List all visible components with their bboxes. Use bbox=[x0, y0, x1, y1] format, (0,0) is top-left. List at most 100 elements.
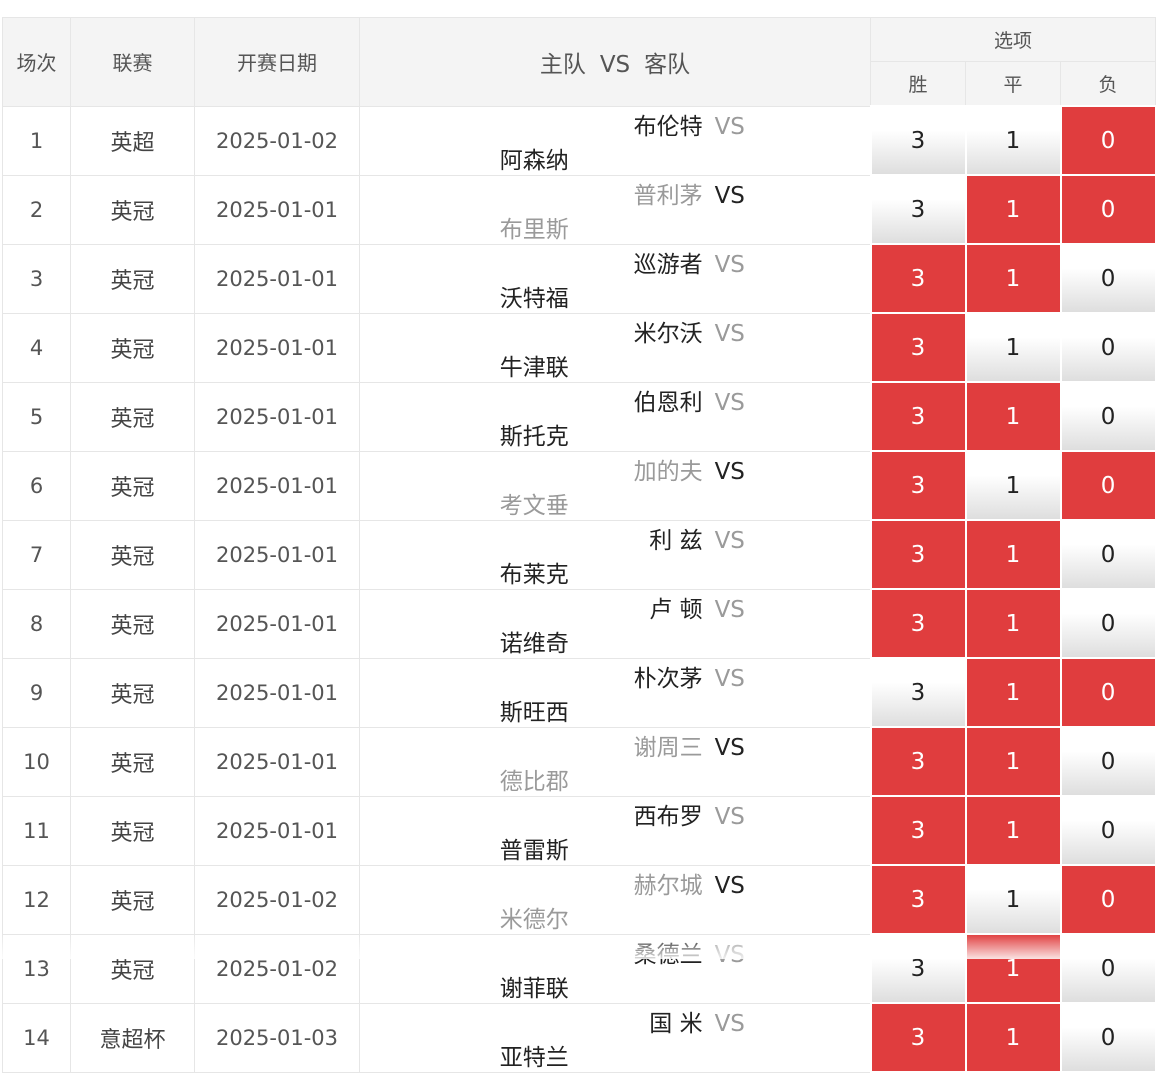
league-cell: 英冠 bbox=[70, 243, 195, 314]
option-lose-button[interactable]: 0 bbox=[1059, 519, 1157, 590]
option-lose-button[interactable]: 0 bbox=[1059, 312, 1157, 383]
home-team: 赫尔城 bbox=[633, 872, 703, 899]
away-team: 牛津联 bbox=[499, 354, 569, 381]
option-lose-button[interactable]: 0 bbox=[1059, 657, 1157, 728]
table-row: 14 意超杯 2025-01-03 国 米 VS 亚特兰 3 1 0 bbox=[2, 1002, 1157, 1073]
vs-label: VS bbox=[714, 734, 745, 761]
league-cell: 英冠 bbox=[70, 519, 195, 590]
option-lose-button[interactable]: 0 bbox=[1059, 933, 1157, 1004]
option-draw-button[interactable]: 1 bbox=[964, 174, 1062, 245]
date-cell: 2025-01-01 bbox=[194, 795, 360, 866]
option-win-button[interactable]: 3 bbox=[869, 588, 967, 659]
option-win-button[interactable]: 3 bbox=[869, 381, 967, 452]
option-draw-button[interactable]: 1 bbox=[964, 450, 1062, 521]
table-row: 9 英冠 2025-01-01 朴次茅 VS 斯旺西 3 1 0 bbox=[2, 657, 1157, 728]
vs-label: VS bbox=[714, 527, 745, 554]
header-league: 联赛 bbox=[70, 17, 195, 107]
home-team: 国 米 bbox=[649, 1010, 703, 1037]
option-win-button[interactable]: 3 bbox=[869, 105, 967, 176]
table-row: 2 英冠 2025-01-01 普利茅 VS 布里斯 3 1 0 bbox=[2, 174, 1157, 245]
option-draw-button[interactable]: 1 bbox=[964, 105, 1062, 176]
table-row: 3 英冠 2025-01-01 巡游者 VS沃特福 3 1 0 bbox=[2, 243, 1157, 314]
match-cell: 卢 顿 VS 诺维奇 bbox=[359, 588, 871, 659]
round-cell: 11 bbox=[2, 795, 71, 866]
vs-label: VS bbox=[714, 113, 745, 140]
match-cell: 加的夫 VS 考文垂 bbox=[359, 450, 871, 521]
option-win-button[interactable]: 3 bbox=[869, 726, 967, 797]
option-win-button[interactable]: 3 bbox=[869, 174, 967, 245]
home-team: 加的夫 bbox=[633, 458, 703, 485]
vs-label: VS bbox=[714, 665, 745, 692]
vs-label: VS bbox=[714, 389, 745, 416]
match-cell: 西布罗 VS 普雷斯 bbox=[359, 795, 871, 866]
option-draw-button[interactable]: 1 bbox=[964, 933, 1062, 1004]
match-cell: 普利茅 VS 布里斯 bbox=[359, 174, 871, 245]
option-lose-button[interactable]: 0 bbox=[1059, 450, 1157, 521]
table-row: 10 英冠 2025-01-01 谢周三 VS德比郡 3 1 0 bbox=[2, 726, 1157, 797]
option-draw-button[interactable]: 1 bbox=[964, 588, 1062, 659]
round-cell: 1 bbox=[2, 105, 71, 176]
away-team: 诺维奇 bbox=[499, 630, 569, 657]
option-lose-button[interactable]: 0 bbox=[1059, 105, 1157, 176]
date-cell: 2025-01-01 bbox=[194, 174, 360, 245]
option-win-button[interactable]: 3 bbox=[869, 243, 967, 314]
option-draw-button[interactable]: 1 bbox=[964, 657, 1062, 728]
date-cell: 2025-01-01 bbox=[194, 657, 360, 728]
option-lose-button[interactable]: 0 bbox=[1059, 726, 1157, 797]
option-draw-button[interactable]: 1 bbox=[964, 519, 1062, 590]
option-draw-button[interactable]: 1 bbox=[964, 1002, 1062, 1073]
round-cell: 9 bbox=[2, 657, 71, 728]
option-draw-button[interactable]: 1 bbox=[964, 312, 1062, 383]
option-win-button[interactable]: 3 bbox=[869, 864, 967, 935]
option-draw-button[interactable]: 1 bbox=[964, 864, 1062, 935]
table-row: 4 英冠 2025-01-01 米尔沃 VS 牛津联 3 1 0 bbox=[2, 312, 1157, 383]
home-team: 西布罗 bbox=[633, 803, 703, 830]
option-win-button[interactable]: 3 bbox=[869, 795, 967, 866]
header-date: 开赛日期 bbox=[194, 17, 360, 107]
option-lose-button[interactable]: 0 bbox=[1059, 174, 1157, 245]
match-cell: 桑德兰 VS 谢菲联 bbox=[359, 933, 871, 1004]
round-cell: 2 bbox=[2, 174, 71, 245]
home-team: 普利茅 bbox=[633, 182, 703, 209]
option-win-button[interactable]: 3 bbox=[869, 312, 967, 383]
league-cell: 英冠 bbox=[70, 381, 195, 452]
option-win-button[interactable]: 3 bbox=[869, 450, 967, 521]
table-row: 12 英冠 2025-01-02 赫尔城 VS 米德尔 3 1 0 bbox=[2, 864, 1157, 935]
vs-label: VS bbox=[714, 458, 745, 485]
option-draw-button[interactable]: 1 bbox=[964, 726, 1062, 797]
option-draw-button[interactable]: 1 bbox=[964, 795, 1062, 866]
away-team: 布莱克 bbox=[499, 561, 569, 588]
vs-label: VS bbox=[714, 803, 745, 830]
date-cell: 2025-01-02 bbox=[194, 864, 360, 935]
match-cell: 朴次茅 VS 斯旺西 bbox=[359, 657, 871, 728]
option-draw-button[interactable]: 1 bbox=[964, 243, 1062, 314]
match-cell: 赫尔城 VS 米德尔 bbox=[359, 864, 871, 935]
option-win-button[interactable]: 3 bbox=[869, 933, 967, 1004]
option-lose-button[interactable]: 0 bbox=[1059, 795, 1157, 866]
match-cell: 利 兹 VS 布莱克 bbox=[359, 519, 871, 590]
home-team: 桑德兰 bbox=[633, 941, 703, 968]
option-lose-button[interactable]: 0 bbox=[1059, 864, 1157, 935]
option-lose-button[interactable]: 0 bbox=[1059, 243, 1157, 314]
league-cell: 英冠 bbox=[70, 312, 195, 383]
vs-label: VS bbox=[714, 872, 745, 899]
table-row: 5 英冠 2025-01-01 伯恩利 VS 斯托克 3 1 0 bbox=[2, 381, 1157, 452]
round-cell: 3 bbox=[2, 243, 71, 314]
option-win-button[interactable]: 3 bbox=[869, 519, 967, 590]
home-team: 米尔沃 bbox=[633, 320, 703, 347]
option-lose-button[interactable]: 0 bbox=[1059, 381, 1157, 452]
home-team: 卢 顿 bbox=[649, 596, 703, 623]
option-win-button[interactable]: 3 bbox=[869, 1002, 967, 1073]
option-lose-button[interactable]: 0 bbox=[1059, 588, 1157, 659]
option-lose-button[interactable]: 0 bbox=[1059, 1002, 1157, 1073]
home-team: 伯恩利 bbox=[633, 389, 703, 416]
option-win-button[interactable]: 3 bbox=[869, 657, 967, 728]
league-cell: 英冠 bbox=[70, 726, 195, 797]
table-row: 1 英超 2025-01-02 布伦特 VS阿森纳 3 1 0 bbox=[2, 105, 1157, 176]
away-team: 布里斯 bbox=[499, 216, 569, 243]
away-team: 沃特福 bbox=[499, 285, 569, 312]
date-cell: 2025-01-01 bbox=[194, 243, 360, 314]
option-draw-button[interactable]: 1 bbox=[964, 381, 1062, 452]
away-team: 斯托克 bbox=[499, 423, 569, 450]
match-cell: 布伦特 VS 阿森纳 bbox=[359, 105, 871, 176]
